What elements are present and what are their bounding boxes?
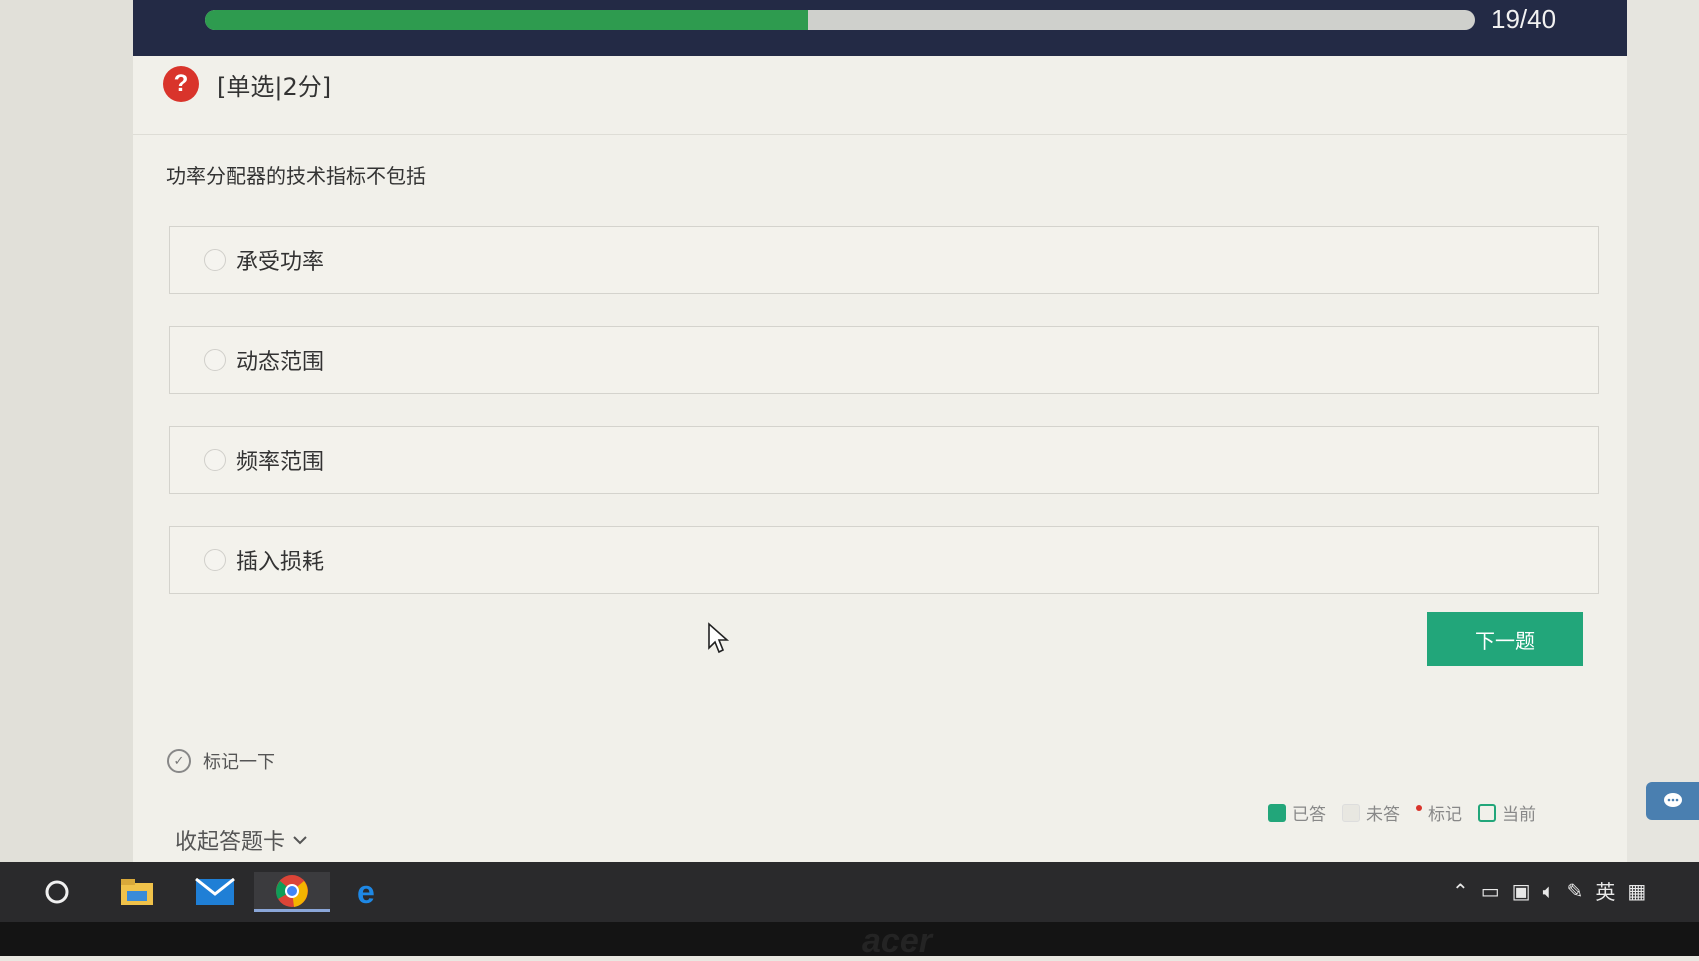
legend-current-label: 当前 bbox=[1502, 805, 1536, 825]
legend-current: 当前 bbox=[1478, 800, 1536, 825]
question-header: ? [单选|2分] bbox=[163, 60, 331, 108]
monitor-brand-logo: acer bbox=[862, 922, 932, 960]
exam-page: 19/40 ? [单选|2分] 功率分配器的技术指标不包括 承受功率 动态范围 … bbox=[133, 0, 1627, 862]
tray-expand-icon[interactable]: ⌃ bbox=[1452, 879, 1469, 903]
option-a-label: 承受功率 bbox=[236, 250, 325, 275]
page-right-gutter bbox=[1627, 0, 1699, 862]
question-help-icon: ? bbox=[163, 66, 199, 102]
file-explorer-icon[interactable] bbox=[116, 872, 158, 912]
monitor-bezel bbox=[0, 922, 1699, 956]
svg-text:e: e bbox=[357, 875, 375, 909]
keyboard-icon[interactable]: ▦ bbox=[1627, 879, 1646, 903]
legend-marked-dot bbox=[1416, 804, 1422, 811]
input-language[interactable]: 英 bbox=[1595, 876, 1615, 905]
screen: 19/40 ? [单选|2分] 功率分配器的技术指标不包括 承受功率 动态范围 … bbox=[0, 0, 1699, 960]
option-b[interactable]: 动态范围 bbox=[169, 326, 1599, 394]
battery-icon[interactable]: ▭ bbox=[1481, 879, 1500, 903]
legend-answered: 已答 bbox=[1268, 800, 1326, 825]
edge-icon[interactable]: e bbox=[350, 872, 392, 912]
legend-answered-swatch bbox=[1268, 803, 1286, 822]
taskbar: e ⌃ ▭ ▣ 🔈︎ ✎ 英 ▦ bbox=[0, 862, 1699, 922]
legend-unanswered-label: 未答 bbox=[1366, 805, 1400, 825]
option-b-radio[interactable] bbox=[204, 349, 226, 371]
mark-question[interactable]: ✓ 标记一下 bbox=[167, 748, 275, 774]
search-circle-icon[interactable] bbox=[36, 872, 78, 912]
answer-card-legend: 已答 未答 标记 当前 bbox=[1268, 800, 1536, 825]
legend-unanswered-swatch bbox=[1342, 803, 1360, 822]
option-c[interactable]: 频率范围 bbox=[169, 426, 1599, 494]
mark-check-icon: ✓ bbox=[167, 749, 191, 773]
legend-unanswered: 未答 bbox=[1342, 800, 1400, 825]
question-text: 功率分配器的技术指标不包括 bbox=[166, 164, 426, 188]
progress-counter: 19/40 bbox=[1491, 4, 1557, 34]
option-c-label: 频率范围 bbox=[236, 450, 325, 475]
option-c-radio[interactable] bbox=[204, 449, 226, 471]
chevron-down-icon bbox=[293, 836, 307, 845]
option-a[interactable]: 承受功率 bbox=[169, 226, 1599, 294]
exam-topbar: 19/40 bbox=[133, 0, 1627, 56]
option-b-label: 动态范围 bbox=[236, 350, 325, 375]
mouse-cursor-icon bbox=[708, 622, 730, 654]
next-question-button[interactable]: 下一题 bbox=[1427, 612, 1583, 666]
system-tray: ⌃ ▭ ▣ 🔈︎ ✎ 英 ▦ bbox=[1452, 876, 1646, 905]
legend-marked: 标记 bbox=[1416, 800, 1462, 825]
legend-answered-label: 已答 bbox=[1292, 805, 1326, 825]
collapse-answer-card[interactable]: 收起答题卡 bbox=[175, 824, 307, 856]
progress-bar bbox=[205, 10, 1475, 30]
option-d[interactable]: 插入损耗 bbox=[169, 526, 1599, 594]
option-a-radio[interactable] bbox=[204, 249, 226, 271]
network-icon[interactable]: ▣ bbox=[1512, 879, 1531, 903]
header-divider bbox=[133, 134, 1627, 135]
chrome-icon[interactable] bbox=[254, 872, 330, 912]
legend-marked-label: 标记 bbox=[1428, 805, 1462, 825]
pen-icon[interactable]: ✎ bbox=[1567, 879, 1584, 903]
option-d-label: 插入损耗 bbox=[236, 550, 325, 575]
option-d-radio[interactable] bbox=[204, 549, 226, 571]
mark-question-label: 标记一下 bbox=[203, 752, 275, 773]
chat-bubble-icon[interactable] bbox=[1646, 782, 1699, 820]
page-left-gutter bbox=[0, 0, 133, 862]
question-type: [单选|2分] bbox=[217, 72, 332, 101]
volume-icon[interactable]: 🔈︎ bbox=[1543, 879, 1555, 903]
collapse-answer-card-label: 收起答题卡 bbox=[175, 830, 286, 855]
progress-fill bbox=[205, 10, 809, 30]
mail-icon[interactable] bbox=[194, 872, 236, 912]
legend-current-swatch bbox=[1478, 803, 1496, 822]
